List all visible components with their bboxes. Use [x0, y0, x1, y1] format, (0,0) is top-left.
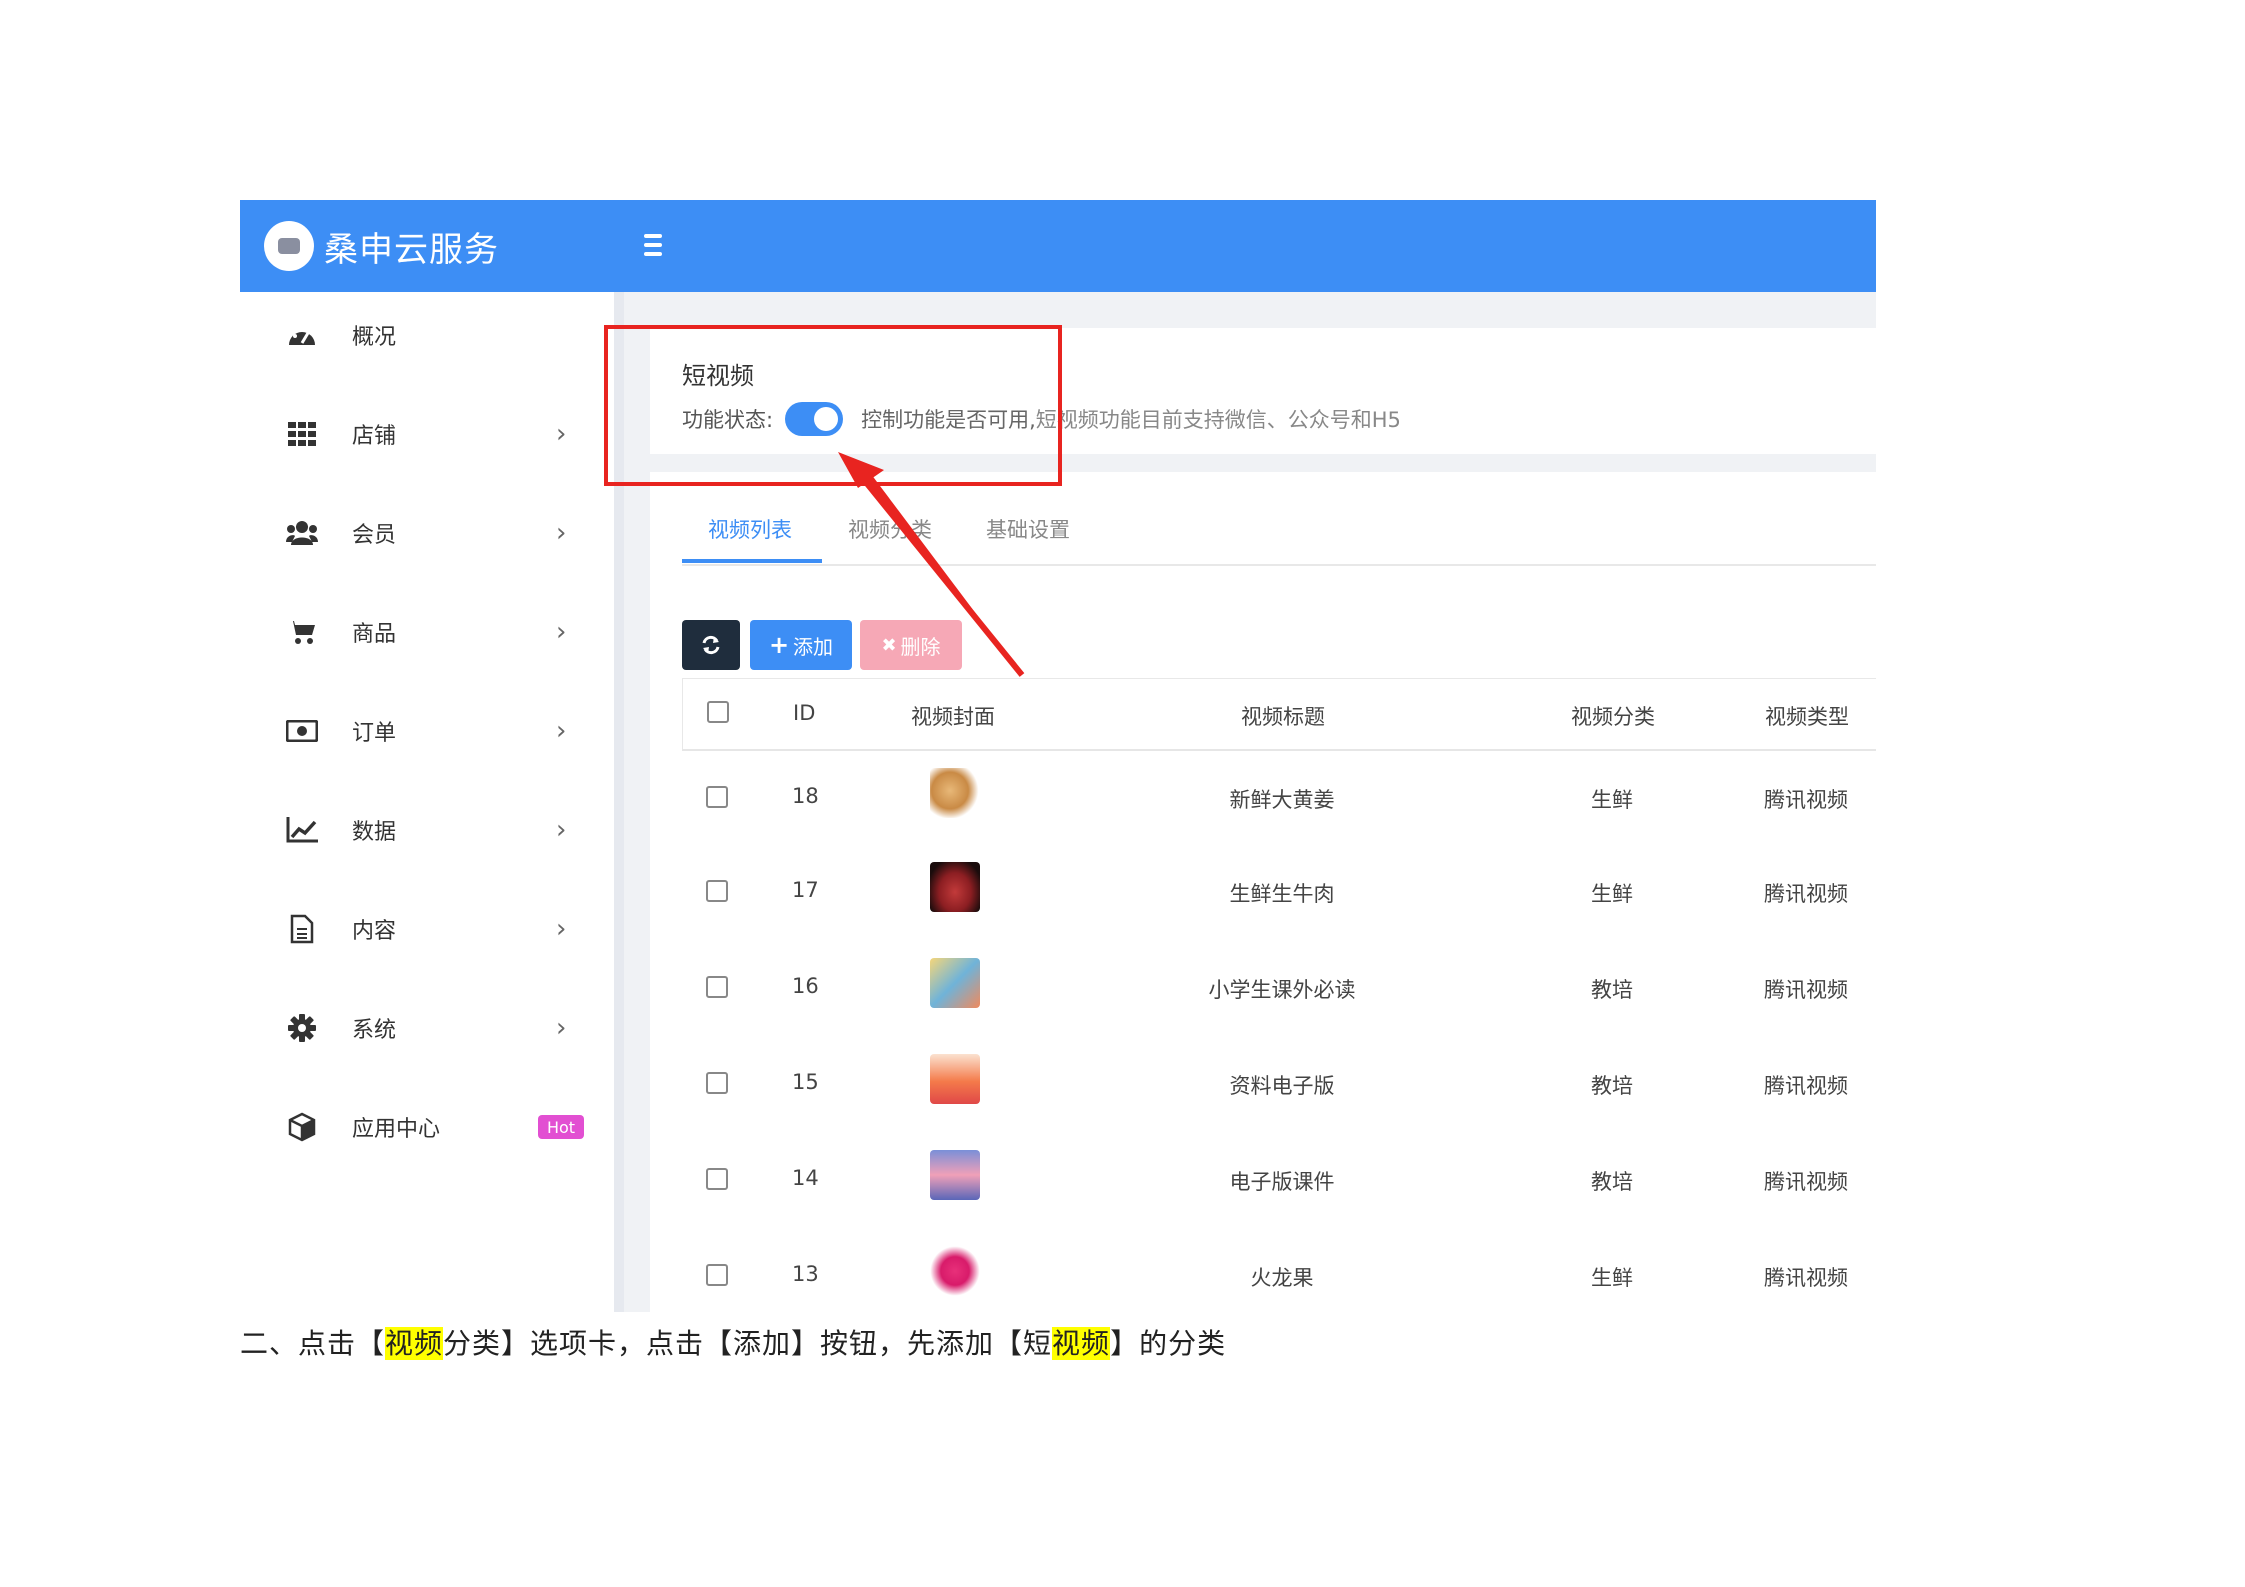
instruction-caption: 二、点击【视频分类】选项卡，点击【添加】按钮，先添加【短视频】的分类 — [240, 1322, 1226, 1362]
caption-text: 分类】选项卡，点击【添加】按钮，先添加【短 — [443, 1327, 1053, 1360]
caption-text: 二、点击【 — [240, 1327, 386, 1360]
caption-highlight: 视频 — [1052, 1327, 1111, 1360]
caption-text: 】的分类 — [1110, 1327, 1227, 1360]
caption-highlight: 视频 — [385, 1327, 444, 1360]
